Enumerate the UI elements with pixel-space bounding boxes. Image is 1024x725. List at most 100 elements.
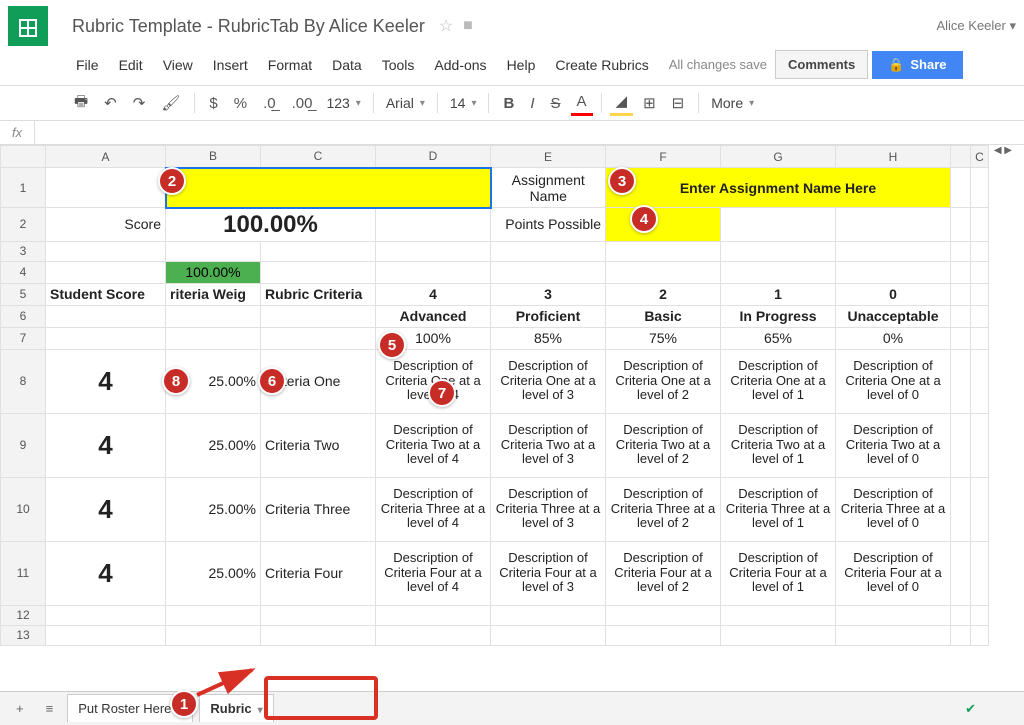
criteria-description[interactable]: Description of Criteria Two at a level o… <box>606 413 721 477</box>
header-cell[interactable]: 0 <box>836 283 951 305</box>
student-score[interactable]: 4 <box>46 541 166 605</box>
level-percent[interactable]: 65% <box>721 327 836 349</box>
score-value[interactable]: 100.00% <box>166 208 376 242</box>
row-header[interactable]: 13 <box>1 625 46 645</box>
cell[interactable] <box>971 261 989 283</box>
cell[interactable] <box>721 261 836 283</box>
cell[interactable] <box>166 241 261 261</box>
menu-tools[interactable]: Tools <box>374 55 423 75</box>
comments-button[interactable]: Comments <box>775 50 868 79</box>
italic-icon[interactable]: I <box>524 91 540 116</box>
cell[interactable] <box>951 208 971 242</box>
menu-create-rubrics[interactable]: Create Rubrics <box>547 55 656 75</box>
row-header[interactable]: 7 <box>1 327 46 349</box>
criteria-name[interactable]: Criteria Four <box>261 541 376 605</box>
cell[interactable] <box>951 541 971 605</box>
paint-format-icon[interactable]: 🖌 <box>155 90 186 116</box>
row-header[interactable]: 4 <box>1 261 46 283</box>
criteria-description[interactable]: Description of Criteria Three at a level… <box>491 477 606 541</box>
cell[interactable] <box>971 477 989 541</box>
row-header[interactable]: 10 <box>1 477 46 541</box>
criteria-description[interactable]: Description of Criteria One at a level o… <box>491 349 606 413</box>
row-header[interactable]: 1 <box>1 168 46 208</box>
cell[interactable] <box>166 327 261 349</box>
row-header[interactable]: 2 <box>1 208 46 242</box>
cell[interactable] <box>261 625 376 645</box>
user-name[interactable]: Alice Keeler ▾ <box>936 18 1016 34</box>
criteria-description[interactable]: Description of Criteria Three at a level… <box>721 477 836 541</box>
column-header[interactable]: E <box>491 146 606 168</box>
level-percent[interactable]: 75% <box>606 327 721 349</box>
cell[interactable] <box>951 168 971 208</box>
cell[interactable] <box>491 625 606 645</box>
assignment-name-label[interactable]: Assignment Name <box>491 168 606 208</box>
cell[interactable] <box>951 261 971 283</box>
criteria-description[interactable]: Description of Criteria Two at a level o… <box>721 413 836 477</box>
cell[interactable] <box>376 241 491 261</box>
cell[interactable] <box>971 625 989 645</box>
cell[interactable] <box>951 241 971 261</box>
cell[interactable] <box>971 168 989 208</box>
weight-total[interactable]: 100.00% <box>166 261 261 283</box>
criteria-weight[interactable]: 25.00% <box>166 477 261 541</box>
cell[interactable] <box>46 625 166 645</box>
cell[interactable] <box>836 625 951 645</box>
cell[interactable] <box>951 327 971 349</box>
add-sheet-button[interactable]: + <box>8 697 32 720</box>
menu-format[interactable]: Format <box>260 55 320 75</box>
cell[interactable] <box>376 261 491 283</box>
criteria-name[interactable]: Criteria Two <box>261 413 376 477</box>
select-all-corner[interactable] <box>1 146 46 168</box>
redo-icon[interactable]: ↷ <box>127 90 152 116</box>
cell[interactable] <box>46 168 166 208</box>
cell[interactable] <box>951 477 971 541</box>
decrease-decimal-icon[interactable]: .0̲ <box>257 91 282 116</box>
menu-data[interactable]: Data <box>324 55 370 75</box>
print-icon[interactable]: 🖶 <box>68 87 94 120</box>
level-name[interactable]: Unacceptable <box>836 305 951 327</box>
level-percent[interactable]: 85% <box>491 327 606 349</box>
cell[interactable] <box>721 241 836 261</box>
column-header[interactable]: C <box>261 146 376 168</box>
cell[interactable] <box>971 327 989 349</box>
criteria-weight[interactable]: 25.00% <box>166 413 261 477</box>
cell[interactable] <box>606 241 721 261</box>
header-cell[interactable]: 1 <box>721 283 836 305</box>
row-header[interactable]: 8 <box>1 349 46 413</box>
level-name[interactable]: Advanced <box>376 305 491 327</box>
increase-decimal-icon[interactable]: .00̲ <box>286 91 319 116</box>
criteria-description[interactable]: Description of Criteria One at a level o… <box>721 349 836 413</box>
merged-yellow-cell[interactable] <box>166 168 491 208</box>
points-possible-input[interactable] <box>606 208 721 242</box>
cell[interactable] <box>951 283 971 305</box>
criteria-description[interactable]: Description of Criteria Four at a level … <box>606 541 721 605</box>
cell[interactable] <box>376 605 491 625</box>
more-dropdown[interactable]: More <box>707 93 758 113</box>
cell[interactable] <box>46 261 166 283</box>
scroll-arrows[interactable]: ◀ ▶ <box>994 145 1012 156</box>
cell[interactable] <box>971 605 989 625</box>
cell[interactable] <box>971 541 989 605</box>
cell[interactable] <box>836 605 951 625</box>
criteria-description[interactable]: Description of Criteria Four at a level … <box>721 541 836 605</box>
header-cell[interactable]: 2 <box>606 283 721 305</box>
criteria-description[interactable]: Description of Criteria One at a level o… <box>836 349 951 413</box>
criteria-name[interactable]: Criteria Three <box>261 477 376 541</box>
menu-edit[interactable]: Edit <box>111 55 151 75</box>
percent-icon[interactable]: % <box>228 91 253 116</box>
all-sheets-button[interactable]: ≡ <box>38 697 62 720</box>
borders-icon[interactable]: ⊞ <box>637 90 662 116</box>
menu-addons[interactable]: Add-ons <box>426 55 494 75</box>
cell[interactable] <box>261 305 376 327</box>
merge-icon[interactable]: ⊟ <box>666 90 691 116</box>
cell[interactable] <box>166 625 261 645</box>
document-title[interactable]: Rubric Template - RubricTab By Alice Kee… <box>68 14 429 39</box>
cell[interactable] <box>971 349 989 413</box>
criteria-description[interactable]: Description of Criteria Two at a level o… <box>836 413 951 477</box>
cell[interactable] <box>491 241 606 261</box>
font-size-dropdown[interactable]: 14 <box>446 93 481 113</box>
row-header[interactable]: 12 <box>1 605 46 625</box>
menu-help[interactable]: Help <box>499 55 544 75</box>
cell[interactable] <box>971 241 989 261</box>
criteria-description[interactable]: Description of Criteria Four at a level … <box>376 541 491 605</box>
